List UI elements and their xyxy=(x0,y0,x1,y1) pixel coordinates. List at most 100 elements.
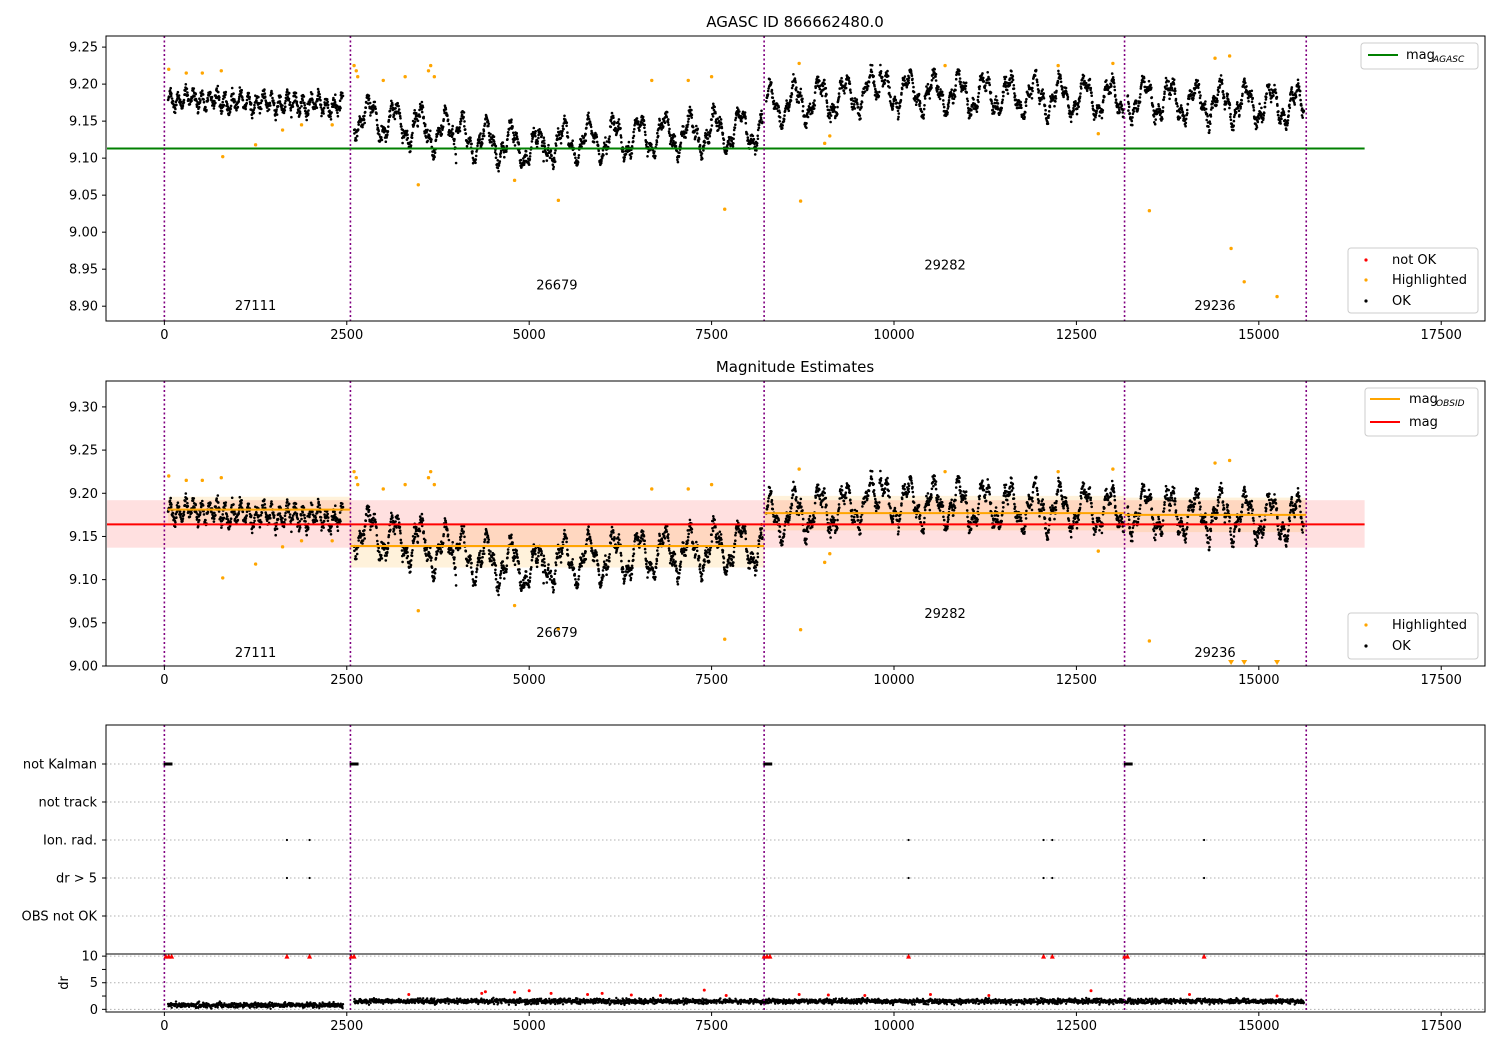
ok-point xyxy=(258,525,262,529)
ok-point xyxy=(853,103,856,106)
ok-point xyxy=(170,92,173,96)
ok-point xyxy=(355,134,359,138)
ok-point xyxy=(990,102,994,105)
ok-point xyxy=(1204,107,1208,111)
ok-point xyxy=(416,125,420,128)
ok-point xyxy=(319,519,323,522)
ok-point xyxy=(674,144,678,148)
ok-point xyxy=(316,497,320,501)
ok-point xyxy=(406,136,410,140)
ok-point xyxy=(184,492,188,495)
ok-point xyxy=(543,568,547,572)
ok-point xyxy=(259,513,263,517)
ok-point xyxy=(722,138,726,141)
ok-point xyxy=(894,98,898,102)
ok-point xyxy=(1022,113,1026,116)
ok-point xyxy=(458,126,461,129)
ok-point xyxy=(291,518,295,521)
ok-point xyxy=(529,572,532,576)
ok-point xyxy=(684,136,687,139)
ok-point xyxy=(642,119,646,123)
p1-legend-highlighted-marker xyxy=(1364,278,1368,282)
ok-point xyxy=(553,579,556,583)
ok-point xyxy=(1218,84,1222,87)
ok-point xyxy=(326,519,330,523)
ok-point xyxy=(234,100,237,103)
ok-point xyxy=(766,89,770,93)
ok-point xyxy=(1228,103,1232,107)
ok-point xyxy=(482,549,485,553)
ok-point xyxy=(528,155,532,158)
ok-point xyxy=(270,503,274,506)
ok-point xyxy=(672,139,675,143)
ok-point xyxy=(186,501,189,505)
ok-point xyxy=(584,139,588,142)
ok-point xyxy=(801,100,804,103)
ok-point xyxy=(1296,78,1300,82)
ok-point xyxy=(645,143,648,146)
ok-point xyxy=(496,166,500,170)
ok-point xyxy=(1229,112,1232,116)
ok-point xyxy=(1164,76,1168,80)
ok-point xyxy=(1255,126,1259,129)
ok-point xyxy=(1053,104,1056,108)
ok-point xyxy=(801,97,804,101)
ok-point xyxy=(214,505,217,508)
ok-point xyxy=(765,100,768,103)
ok-point xyxy=(198,513,202,517)
ok-point xyxy=(562,127,565,131)
ok-point xyxy=(308,515,311,519)
ok-point xyxy=(236,105,240,109)
ok-point xyxy=(182,513,186,516)
ok-point xyxy=(238,86,242,89)
ok-point xyxy=(965,91,968,94)
ok-point xyxy=(790,86,794,90)
ok-point xyxy=(849,91,853,94)
ok-point xyxy=(400,125,403,128)
ok-point xyxy=(426,139,430,143)
ok-point xyxy=(565,121,569,125)
ok-point xyxy=(375,534,379,537)
ok-point xyxy=(1244,81,1247,85)
ok-point xyxy=(655,143,658,146)
ok-point xyxy=(245,510,249,514)
ok-point xyxy=(1023,115,1026,119)
ok-point xyxy=(272,516,276,519)
ok-point xyxy=(406,551,409,554)
ok-point xyxy=(460,527,464,531)
agasc-panel: 27111266792928229236 0 2500 5000 7500 10000 1… xyxy=(69,13,1486,343)
ok-point xyxy=(220,112,223,115)
ok-point xyxy=(1285,128,1288,131)
ok-point xyxy=(428,552,431,555)
ok-point xyxy=(686,120,690,123)
ok-point xyxy=(1272,94,1275,97)
ok-point xyxy=(1006,92,1010,95)
ok-point xyxy=(268,101,272,105)
ok-point xyxy=(1250,100,1254,104)
ok-point xyxy=(232,503,235,506)
ok-point xyxy=(386,133,389,136)
ok-point xyxy=(217,98,221,101)
p1-legend-notok-marker xyxy=(1364,258,1368,262)
ok-point xyxy=(363,110,367,114)
ok-point xyxy=(940,90,944,94)
ok-point xyxy=(1184,117,1188,121)
ok-point xyxy=(918,101,922,105)
ok-point xyxy=(1222,93,1225,96)
ok-point xyxy=(816,75,820,79)
highlighted-point xyxy=(828,134,832,138)
ok-point xyxy=(1186,112,1189,115)
ok-point xyxy=(725,152,728,155)
ok-point xyxy=(224,93,227,96)
ok-point xyxy=(413,109,417,112)
ok-point xyxy=(1019,103,1023,107)
ok-point xyxy=(380,138,384,142)
ok-point xyxy=(270,500,273,503)
ok-point xyxy=(290,530,293,534)
ok-point xyxy=(355,552,359,556)
ok-point xyxy=(424,123,427,126)
ok-point xyxy=(970,108,973,112)
ok-point xyxy=(844,86,848,90)
ok-point xyxy=(250,116,254,120)
ok-point xyxy=(549,149,553,152)
